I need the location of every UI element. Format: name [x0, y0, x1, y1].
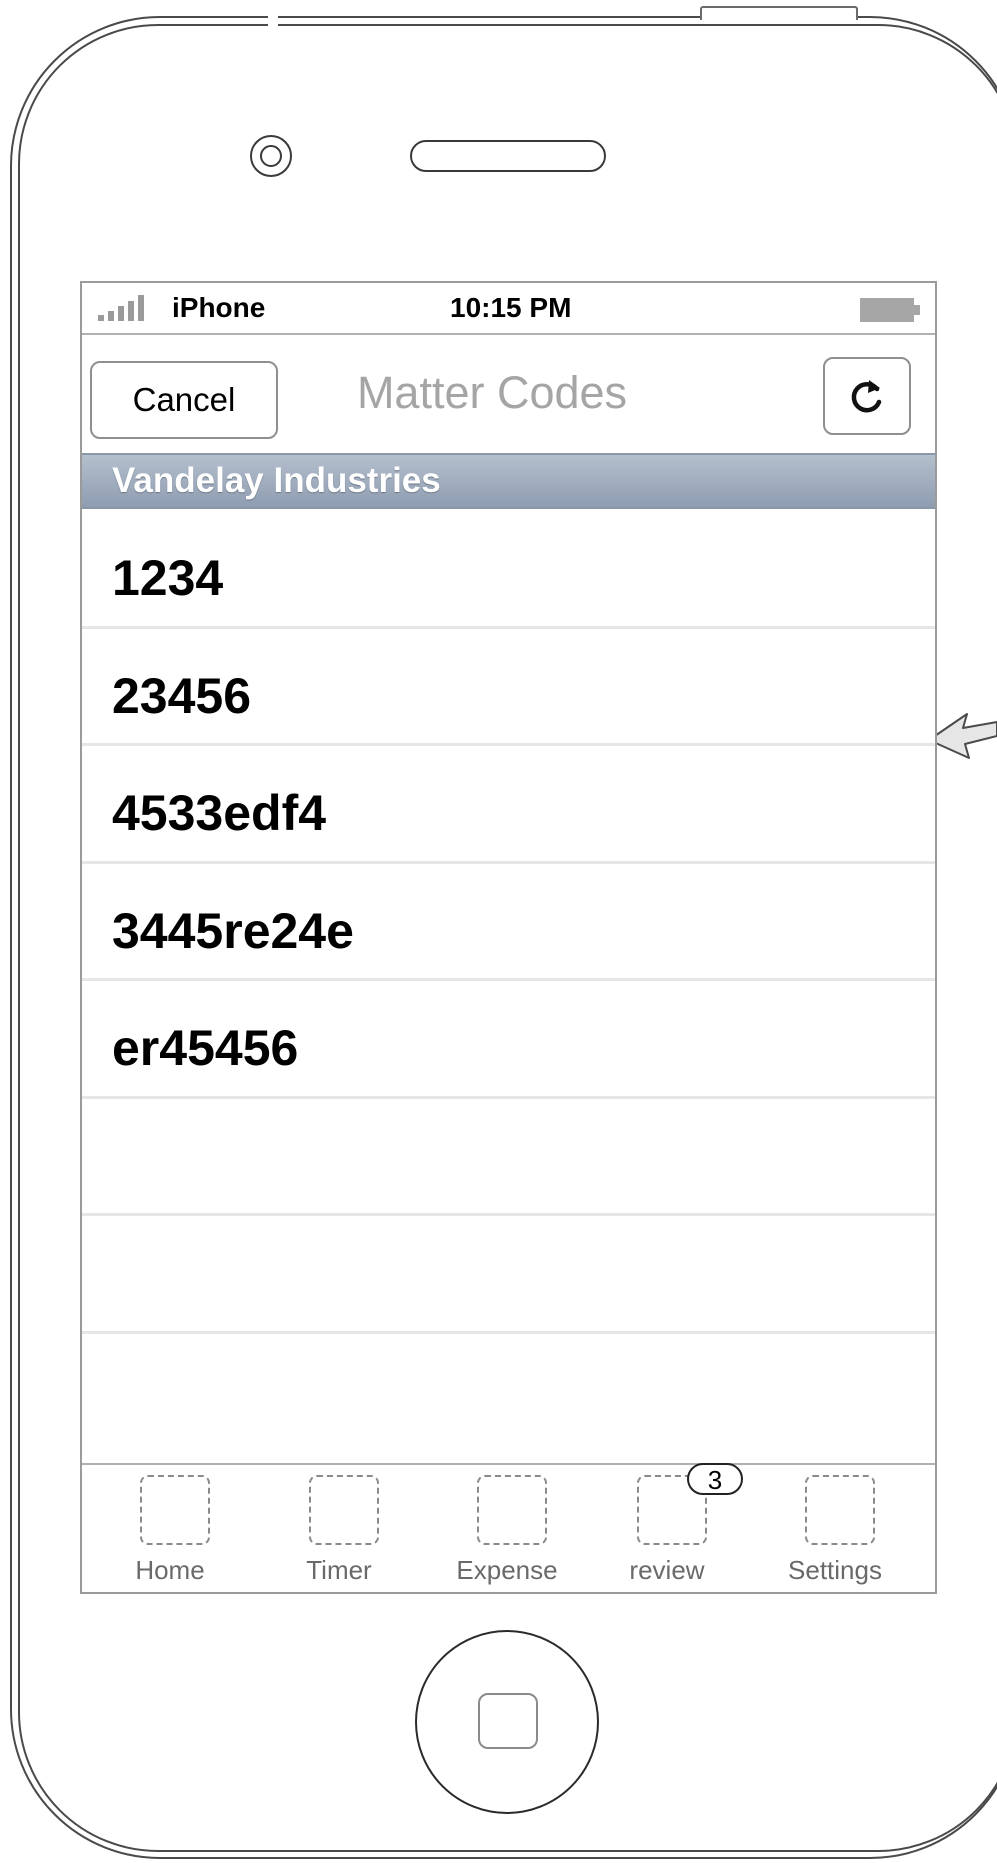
- list-item-empty: [82, 1334, 935, 1452]
- list-item[interactable]: 4533edf4: [82, 746, 935, 864]
- settings-placeholder-icon: [805, 1475, 875, 1545]
- refresh-button[interactable]: [823, 357, 911, 435]
- home-placeholder-icon: [140, 1475, 210, 1545]
- tab-bar: Home Timer Expense 3 review Settings: [82, 1463, 935, 1592]
- navigation-bar: Cancel Matter Codes: [82, 335, 935, 439]
- tab-expense[interactable]: Expense: [447, 1475, 567, 1585]
- tab-label: Expense: [456, 1555, 558, 1585]
- list-item-empty: [82, 1099, 935, 1216]
- battery-icon: [860, 298, 920, 322]
- tab-home[interactable]: Home: [110, 1475, 230, 1585]
- power-button: [700, 6, 858, 20]
- home-button-icon: [478, 1693, 538, 1749]
- section-title: Vandelay Industries: [112, 461, 441, 500]
- signal-strength-icon: [98, 295, 154, 321]
- tab-settings[interactable]: Settings: [775, 1475, 895, 1585]
- tab-timer[interactable]: Timer: [279, 1475, 399, 1585]
- matter-code: 4533edf4: [112, 785, 327, 841]
- matter-code: 23456: [112, 667, 252, 724]
- section-header: Vandelay Industries: [82, 453, 935, 509]
- page-title: Matter Codes: [356, 367, 628, 418]
- frame-notch: [268, 12, 278, 30]
- status-bar: iPhone 10:15 PM: [82, 283, 935, 335]
- list-item[interactable]: 1234: [82, 511, 935, 629]
- matter-code: 1234: [112, 550, 224, 606]
- cancel-button[interactable]: Cancel: [90, 361, 278, 439]
- matter-code: 3445re24e: [112, 902, 354, 959]
- carrier-name: iPhone: [172, 292, 266, 323]
- notification-badge: 3: [687, 1463, 743, 1495]
- timer-placeholder-icon: [309, 1475, 379, 1545]
- tab-label: review: [629, 1555, 705, 1585]
- matter-code-list: 1234 23456 4533edf4 3445re24e er45456: [82, 511, 935, 1451]
- list-item[interactable]: er45456: [82, 981, 935, 1099]
- tab-label: Home: [135, 1555, 205, 1585]
- camera-icon: [250, 135, 292, 177]
- tab-label: Settings: [788, 1555, 882, 1585]
- tab-review[interactable]: 3 review: [607, 1463, 743, 1585]
- list-item-empty: [82, 1216, 935, 1334]
- refresh-icon: [851, 380, 882, 413]
- status-time: 10:15 PM: [450, 292, 572, 323]
- expense-placeholder-icon: [477, 1475, 547, 1545]
- speaker-grille: [410, 140, 606, 172]
- matter-code: er45456: [112, 1020, 299, 1076]
- phone-screen: iPhone 10:15 PM Cancel Matter Codes Vand…: [80, 281, 937, 1594]
- list-item[interactable]: 23456: [82, 629, 935, 746]
- tab-label: Timer: [306, 1555, 372, 1585]
- list-item[interactable]: 3445re24e: [82, 864, 935, 981]
